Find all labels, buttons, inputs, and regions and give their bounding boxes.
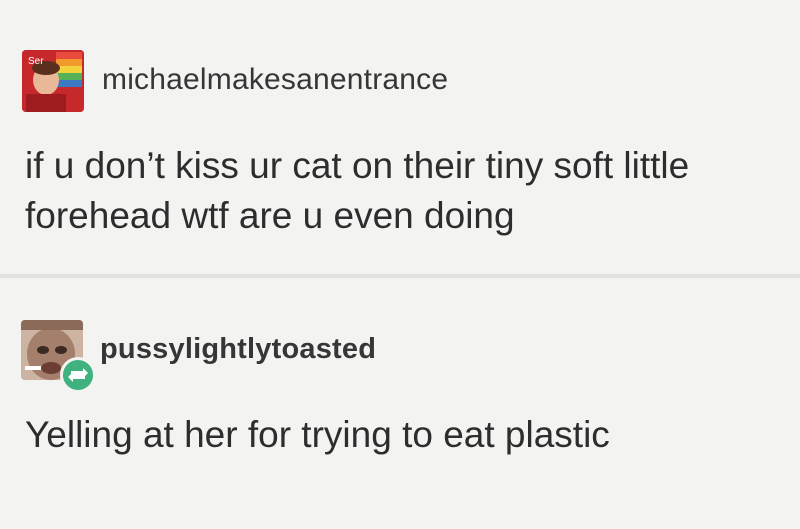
post-body-line: Yelling at her for trying to eat plastic	[25, 414, 610, 455]
avatar[interactable]: Ser	[22, 50, 84, 112]
reblog-icon-glyph	[68, 368, 88, 382]
avatar-image: Ser	[22, 50, 84, 112]
post-body-line: forehead wtf are u even doing	[25, 195, 515, 236]
post-body: Yelling at her for trying to eat plastic	[25, 410, 785, 460]
svg-text:Ser: Ser	[28, 56, 44, 67]
post-body-line: if u don’t kiss ur cat on their tiny sof…	[25, 145, 690, 186]
post-2	[0, 280, 800, 529]
post-divider	[0, 274, 800, 278]
username[interactable]: michaelmakesanentrance	[102, 63, 448, 97]
post-body: if u don’t kiss ur cat on their tiny sof…	[25, 141, 785, 241]
reblog-icon	[60, 357, 96, 393]
username[interactable]: pussylightlytoasted	[100, 333, 376, 366]
